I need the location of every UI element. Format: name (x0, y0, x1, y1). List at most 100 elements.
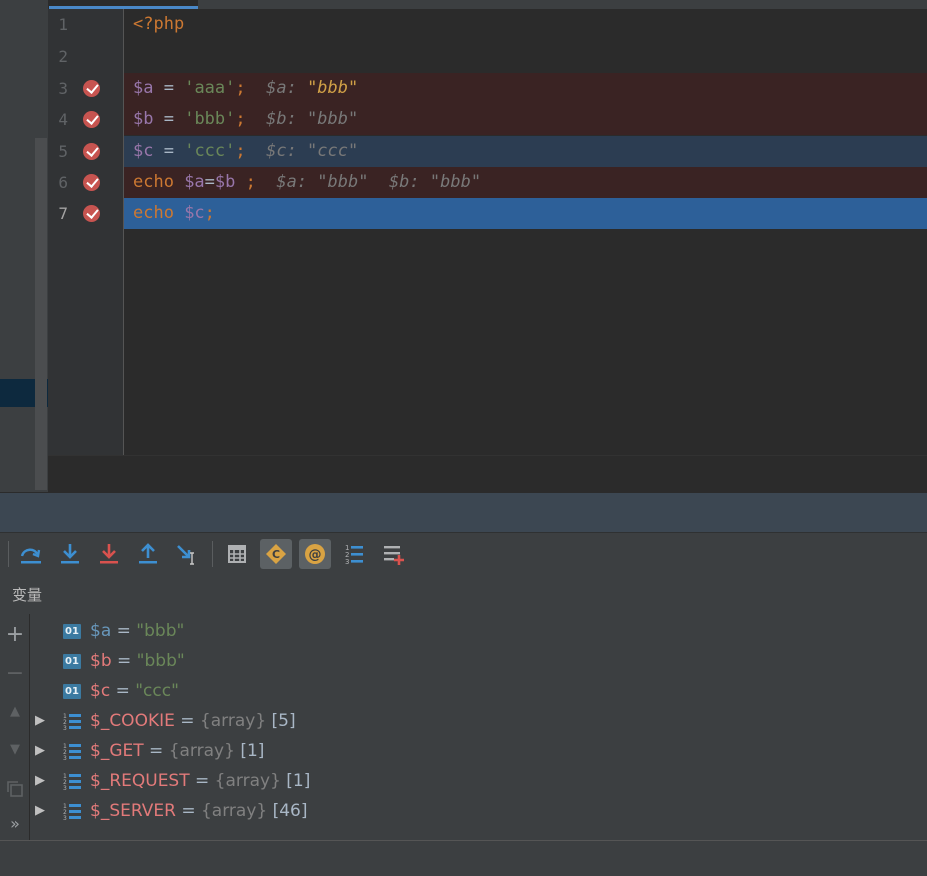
breakpoint-icon[interactable] (83, 143, 100, 160)
step-out-icon (139, 543, 157, 564)
variable-count: [1] (286, 771, 311, 791)
array-icon: 123 (63, 803, 81, 822)
run-to-cursor-button[interactable] (171, 539, 203, 569)
step-into-icon (61, 544, 79, 564)
equals-sign: = (174, 711, 200, 731)
editor-scrollbar[interactable] (35, 138, 47, 490)
code-text[interactable]: echo $c; (124, 198, 927, 229)
breakpoint-icon[interactable] (83, 80, 100, 97)
line-number[interactable]: 5 (48, 136, 68, 167)
step-out-button[interactable] (132, 539, 164, 569)
code-line[interactable]: 4 $b = 'bbb'; $b: "bbb" (48, 104, 927, 135)
array-icon: 123 (63, 713, 81, 732)
code-text[interactable]: <?php (124, 9, 927, 40)
variable-row[interactable]: ▶ 1 2 3 $_GET = {array} [1] (30, 736, 927, 766)
code-token: $b (214, 172, 236, 192)
copy-button[interactable] (4, 780, 26, 803)
breakpoint-icon[interactable] (83, 205, 100, 222)
code-token: $c (184, 203, 205, 223)
line-number[interactable]: 1 (48, 9, 68, 40)
show-references-button[interactable]: @ (299, 539, 331, 569)
code-token: = (153, 109, 185, 129)
expand-arrow-icon[interactable]: ▶ (35, 736, 45, 766)
frames-list-button[interactable]: 1 2 3 (338, 539, 370, 569)
line-number[interactable]: 2 (48, 41, 68, 72)
variable-row[interactable]: ▶ 1 2 3 $_COOKIE = {array} [5] (30, 706, 927, 736)
variable-name: $_COOKIE (90, 711, 175, 731)
line-number[interactable]: 4 (48, 104, 68, 135)
editor-bottom-area (48, 455, 927, 493)
expand-arrow-icon[interactable]: ▶ (35, 796, 45, 826)
svg-text:3: 3 (63, 815, 67, 822)
move-down-button[interactable]: ▼ (4, 742, 26, 757)
code-line[interactable]: 3 $a = 'aaa'; $a: "bbb" (48, 73, 927, 104)
svg-text:3: 3 (345, 558, 349, 566)
line-number[interactable]: 3 (48, 73, 68, 104)
code-line[interactable]: 5 $c = 'ccc'; $c: "ccc" (48, 136, 927, 167)
breakpoint-icon[interactable] (83, 174, 100, 191)
inline-value-hint: $a: "bbb" $b: "bbb" (255, 172, 482, 192)
show-constants-button[interactable]: C (260, 539, 292, 569)
code-text[interactable]: $b = 'bbb'; $b: "bbb" (124, 104, 927, 135)
svg-text:C: C (272, 548, 280, 561)
expand-arrow-icon[interactable]: ▶ (35, 706, 45, 736)
line-number[interactable]: 7 (48, 198, 68, 229)
code-text[interactable]: $c = 'ccc'; $c: "ccc" (124, 136, 927, 167)
variable-count: [1] (240, 741, 265, 761)
expand-arrow-icon[interactable]: ▶ (35, 766, 45, 796)
code-line[interactable]: 6 echo $a=$b ; $a: "bbb" $b: "bbb" (48, 167, 927, 198)
variable-name: $_REQUEST (90, 771, 190, 791)
step-into-button[interactable] (54, 539, 86, 569)
primitive-value-icon: 01 (63, 624, 81, 639)
code-line[interactable]: 7 echo $c; (48, 198, 927, 229)
variable-row[interactable]: 01 $c = "ccc" (30, 676, 927, 706)
force-step-into-button[interactable] (93, 539, 125, 569)
code-token: = (204, 172, 215, 192)
step-over-icon (20, 548, 41, 564)
variable-name: $c (90, 681, 111, 701)
variable-value: "ccc" (135, 681, 179, 701)
editor-tab-bar (198, 0, 927, 9)
variable-type: {array} (214, 771, 281, 791)
code-token: = (153, 78, 185, 98)
run-to-cursor-icon (177, 545, 194, 565)
active-editor-tab[interactable] (49, 0, 198, 9)
svg-text:3: 3 (63, 785, 67, 792)
variables-title: 变量 (12, 586, 43, 604)
code-line[interactable]: 2 (48, 41, 927, 72)
remove-variable-button[interactable]: − (4, 661, 26, 686)
show-references-icon: @ (305, 544, 325, 564)
more-tools-button[interactable]: » (4, 814, 26, 833)
variable-row[interactable]: ▶ 1 2 3 $_SERVER = {array} [46] (30, 796, 927, 826)
variable-text: $b = "bbb" (90, 646, 185, 676)
code-token: 'bbb' (184, 109, 236, 129)
add-variable-button[interactable]: + (4, 622, 26, 647)
project-tool-strip (0, 0, 48, 492)
add-watch-button[interactable] (377, 539, 409, 569)
step-over-button[interactable] (15, 539, 47, 569)
variable-row[interactable]: 01 $a = "bbb" (30, 616, 927, 646)
svg-text:3: 3 (63, 755, 67, 762)
array-icon: 123 (63, 743, 81, 762)
variable-row[interactable]: ▶ 1 2 3 $_REQUEST = {array} [1] (30, 766, 927, 796)
equals-sign: = (110, 681, 136, 701)
variable-name: $_GET (90, 741, 144, 761)
variable-type: {array} (168, 741, 235, 761)
code-line[interactable]: 1 <?php (48, 9, 927, 40)
variable-row[interactable]: 01 $b = "bbb" (30, 646, 927, 676)
code-text[interactable] (124, 41, 927, 72)
evaluate-expression-button[interactable] (221, 539, 253, 569)
array-icon: 123 (63, 773, 81, 792)
code-token: $a (184, 172, 205, 192)
code-text[interactable]: $a = 'aaa'; $a: "bbb" (124, 73, 927, 104)
variable-text: $c = "ccc" (90, 676, 179, 706)
breakpoint-icon[interactable] (83, 111, 100, 128)
variables-tree: 01 $a = "bbb" 01 $b = "bbb" 01 $c = "ccc" ▶ 1 2 3… (30, 614, 927, 840)
line-number[interactable]: 6 (48, 167, 68, 198)
code-text[interactable]: echo $a=$b ; $a: "bbb" $b: "bbb" (124, 167, 927, 198)
equals-sign: = (143, 741, 169, 761)
move-up-button[interactable]: ▲ (4, 704, 26, 719)
variable-type: {array} (200, 801, 268, 821)
variables-side-toolbar: + − ▲ ▼ » (0, 614, 30, 840)
inline-value-hint: $b: "bbb" (245, 109, 359, 129)
